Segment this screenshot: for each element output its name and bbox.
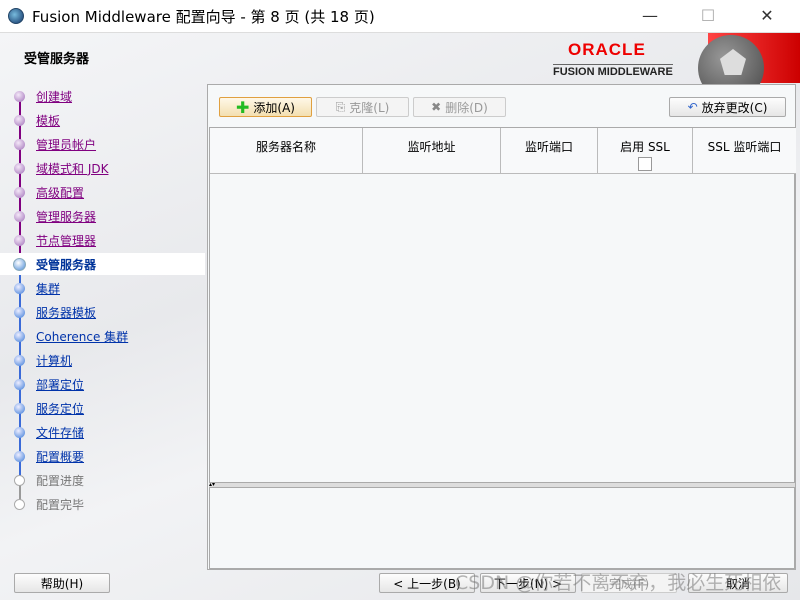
step-status-icon — [14, 378, 25, 390]
sidebar-step[interactable]: 部署定位 — [0, 373, 205, 395]
sidebar-step-label: 文件存储 — [36, 425, 85, 440]
step-status-icon — [14, 498, 25, 510]
column-header-listen-address[interactable]: 监听地址 — [363, 128, 501, 174]
next-button[interactable]: 下一步(N) > — [480, 573, 576, 593]
help-button[interactable]: 帮助(H) — [14, 573, 110, 593]
step-status-icon — [13, 257, 26, 271]
copy-icon: ⎘ — [335, 99, 346, 114]
sidebar-step[interactable]: 高级配置 — [0, 181, 205, 203]
sidebar-step[interactable]: 服务定位 — [0, 397, 205, 419]
sidebar-step[interactable]: 计算机 — [0, 349, 205, 371]
sidebar-step-label: 服务定位 — [36, 401, 85, 416]
sidebar-step-label: 服务器模板 — [36, 305, 97, 320]
sidebar-step-label: 管理服务器 — [36, 209, 97, 224]
undo-icon: ↶ — [687, 100, 698, 114]
sidebar-step: 受管服务器 — [0, 253, 205, 275]
sidebar-step[interactable]: 集群 — [0, 277, 205, 299]
enable-ssl-all-checkbox[interactable] — [638, 157, 652, 171]
sidebar-step[interactable]: 文件存储 — [0, 421, 205, 443]
column-header-ssl-port[interactable]: SSL 监听端口 — [693, 128, 796, 174]
minimize-button[interactable]: — — [640, 6, 660, 26]
sidebar-step-label: 集群 — [36, 281, 61, 296]
sidebar-step-label: 模板 — [36, 113, 61, 128]
sidebar-step-label: 创建域 — [36, 89, 73, 104]
finish-button[interactable]: 完成(F) — [581, 573, 677, 593]
discard-changes-button[interactable]: ↶ 放弃更改(C) — [669, 97, 786, 117]
plus-icon: ✚ — [236, 97, 250, 117]
sidebar-step[interactable]: 配置概要 — [0, 445, 205, 467]
sidebar-step[interactable]: 创建域 — [0, 85, 205, 107]
sidebar-step: 配置完毕 — [0, 493, 205, 515]
step-status-icon — [14, 114, 25, 126]
step-status-icon — [14, 234, 25, 246]
sidebar-step-label: 计算机 — [36, 353, 73, 368]
step-status-icon — [14, 210, 25, 222]
window-title: Fusion Middleware 配置向导 - 第 8 页 (共 18 页) — [32, 7, 375, 26]
sidebar-step[interactable]: 域模式和 JDK — [0, 157, 205, 179]
sidebar-step-label: 配置概要 — [36, 449, 85, 464]
delete-button[interactable]: ✖ 删除(D) — [413, 97, 506, 117]
content-panel: ✚ 添加(A) ⎘ 克隆(L) ✖ 删除(D) ↶ 放弃更改(C) 服务器名称 监听地址… — [207, 84, 796, 570]
sidebar-step-label: Coherence 集群 — [36, 329, 129, 344]
step-status-icon — [14, 354, 25, 366]
step-status-icon — [14, 282, 25, 294]
sidebar-step[interactable]: 管理服务器 — [0, 205, 205, 227]
step-status-icon — [14, 306, 25, 318]
sidebar-step-label: 管理员帐户 — [36, 137, 97, 152]
step-status-icon — [14, 138, 25, 150]
title-bar: Fusion Middleware 配置向导 - 第 8 页 (共 18 页) … — [0, 0, 800, 33]
step-status-icon — [14, 474, 25, 486]
step-status-icon — [14, 426, 25, 438]
sidebar-step: 配置进度 — [0, 469, 205, 491]
close-button[interactable]: ✕ — [757, 6, 777, 26]
sidebar-step[interactable]: 管理员帐户 — [0, 133, 205, 155]
sidebar-step[interactable]: 节点管理器 — [0, 229, 205, 251]
sidebar-step[interactable]: 模板 — [0, 109, 205, 131]
sidebar-step-label: 配置完毕 — [36, 497, 85, 512]
add-button[interactable]: ✚ 添加(A) — [219, 97, 312, 117]
details-pane — [209, 487, 795, 569]
column-header-listen-port[interactable]: 监听端口 — [501, 128, 598, 174]
app-icon — [8, 8, 24, 24]
step-status-icon — [14, 450, 25, 462]
column-header-server-name[interactable]: 服务器名称 — [210, 128, 363, 174]
back-button[interactable]: < 上一步(B) — [379, 573, 475, 593]
maximize-button[interactable]: ☐ — [698, 6, 718, 26]
cancel-button[interactable]: 取消 — [688, 573, 788, 593]
managed-servers-table: 服务器名称 监听地址 监听端口 启用 SSL SSL 监听端口 — [209, 127, 796, 483]
step-status-icon — [14, 186, 25, 198]
page-heading: 受管服务器 — [24, 52, 90, 67]
sidebar-step-label: 受管服务器 — [36, 257, 97, 272]
sidebar-step[interactable]: 服务器模板 — [0, 301, 205, 323]
clone-button[interactable]: ⎘ 克隆(L) — [316, 97, 409, 117]
oracle-logo: ORACLE FUSION MIDDLEWARE — [548, 33, 800, 85]
wizard-body: 受管服务器 ORACLE FUSION MIDDLEWARE 创建域模板管理员帐… — [0, 33, 800, 600]
sidebar-step-label: 配置进度 — [36, 473, 85, 488]
sidebar-step-label: 域模式和 JDK — [36, 161, 109, 176]
step-status-icon — [14, 402, 25, 414]
sidebar-step-label: 节点管理器 — [36, 233, 97, 248]
x-icon: ✖ — [431, 100, 442, 114]
sidebar-step-label: 高级配置 — [36, 185, 85, 200]
column-header-enable-ssl[interactable]: 启用 SSL — [598, 128, 693, 174]
step-status-icon — [14, 330, 25, 342]
sidebar-step-label: 部署定位 — [36, 377, 85, 392]
step-status-icon — [14, 162, 25, 174]
sidebar-step[interactable]: Coherence 集群 — [0, 325, 205, 347]
step-status-icon — [14, 90, 25, 102]
